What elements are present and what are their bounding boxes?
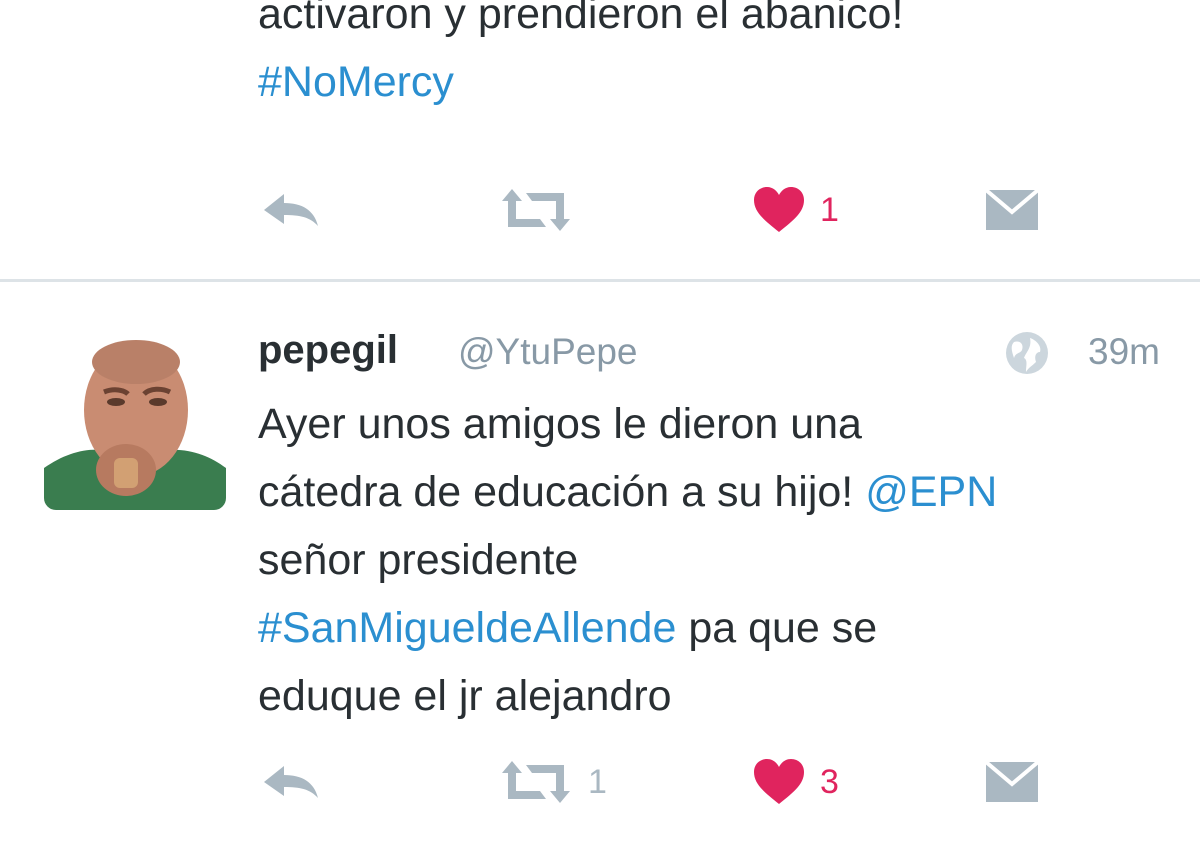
hashtag-link[interactable]: #NoMercy — [258, 58, 454, 106]
like-count: 1 — [820, 190, 839, 229]
envelope-icon — [984, 188, 1040, 230]
tweet-text-line: activaron y prendieron el abanico! — [258, 0, 904, 38]
retweet-icon — [502, 189, 570, 231]
heart-icon — [754, 187, 804, 232]
tweet-text: Ayer unos amigos le dieron una cátedra d… — [258, 390, 1178, 730]
globe-icon — [1006, 332, 1048, 374]
direct-message-button[interactable] — [984, 752, 1040, 812]
retweet-icon — [502, 761, 570, 803]
retweet-count: 1 — [588, 762, 607, 801]
user-handle[interactable]: @YtuPepe — [458, 331, 638, 373]
tweet[interactable]: pepegil @YtuPepe 39m Ayer unos amigos le… — [0, 282, 1200, 842]
tweet-text: activaron y prendieron el abanico! #NoMe… — [258, 0, 1178, 116]
tweet-header: pepegil @YtuPepe 39m — [258, 326, 1178, 382]
hashtag-link[interactable]: #SanMigueldeAllende — [258, 604, 676, 652]
reply-icon — [264, 194, 318, 226]
tweet-actions: 1 3 — [258, 752, 1078, 812]
tweet-text-line: eduque el jr alejandro — [258, 672, 672, 720]
reply-button[interactable] — [260, 752, 322, 812]
tweet-timestamp[interactable]: 39m — [1088, 331, 1160, 373]
envelope-icon — [984, 760, 1040, 802]
like-button[interactable]: 3 — [752, 752, 839, 812]
display-name[interactable]: pepegil — [258, 328, 398, 373]
direct-message-button[interactable] — [984, 180, 1040, 240]
retweet-button[interactable]: 1 — [498, 752, 607, 812]
tweet[interactable]: activaron y prendieron el abanico! #NoMe… — [0, 0, 1200, 280]
avatar[interactable] — [44, 328, 226, 510]
reply-icon — [264, 766, 318, 798]
tweet-text-line: Ayer unos amigos le dieron una — [258, 400, 862, 448]
like-button[interactable]: 1 — [752, 180, 839, 240]
retweet-button[interactable] — [498, 180, 588, 240]
tweet-text-line: pa que se — [676, 604, 878, 652]
avatar-image — [44, 328, 226, 510]
heart-icon — [754, 759, 804, 804]
reply-button[interactable] — [260, 180, 322, 240]
tweet-text-line: cátedra de educación a su hijo! — [258, 468, 866, 516]
tweet-actions: 1 — [258, 180, 1078, 240]
tweet-text-line: señor presidente — [258, 536, 579, 584]
like-count: 3 — [820, 762, 839, 801]
mention-link[interactable]: @EPN — [865, 468, 997, 516]
